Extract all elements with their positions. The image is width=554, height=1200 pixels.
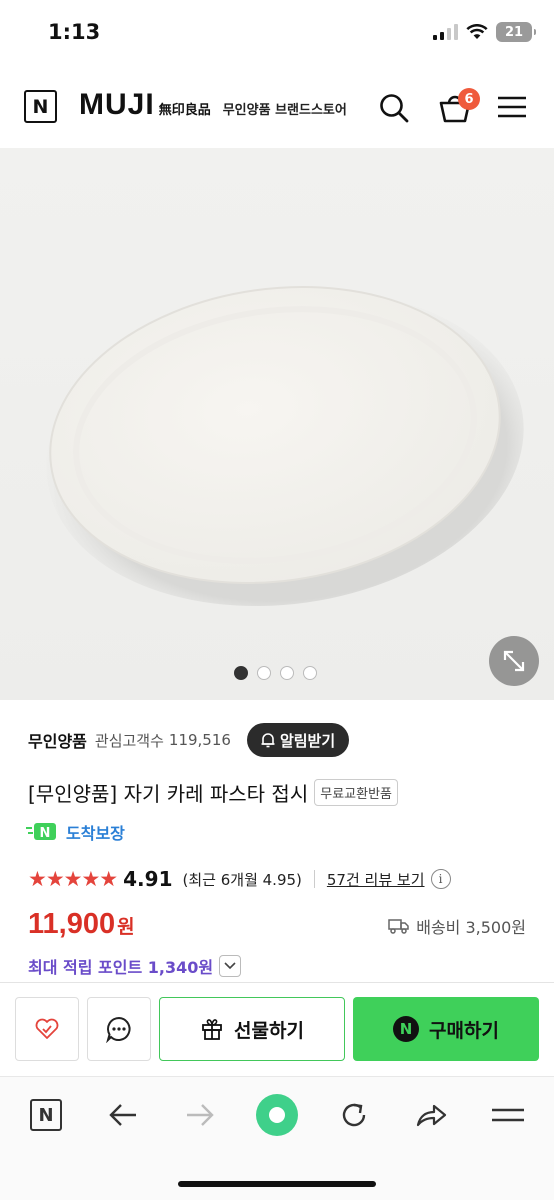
forward-arrow-icon [187, 1104, 214, 1126]
delivery-badge-letter: N [40, 826, 51, 841]
store-header: N MUJI 無印良品 무인양품 브랜드스토어 6 [0, 68, 554, 148]
delivery-guarantee[interactable]: N 도착보장 [26, 820, 125, 844]
gift-icon [202, 1019, 222, 1040]
divider [313, 870, 315, 888]
back-button[interactable] [101, 1093, 145, 1137]
gallery-dot[interactable] [234, 666, 248, 680]
share-button[interactable] [409, 1093, 453, 1137]
bell-plus-icon [261, 733, 275, 748]
rating-value: 4.91 [123, 867, 173, 891]
store-info-row: 무인양품 관심고객수 119,516 알림받기 [28, 722, 350, 758]
search-icon[interactable] [378, 92, 410, 124]
alarm-subscribe-button[interactable]: 알림받기 [246, 723, 350, 757]
buy-label: 구매하기 [429, 1019, 499, 1042]
brand-logo[interactable]: MUJI 無印良品 무인양품 브랜드스토어 [79, 88, 347, 122]
naver-pay-badge: N [393, 1016, 420, 1042]
naver-logo[interactable]: N [24, 90, 57, 123]
refresh-icon [342, 1103, 366, 1127]
store-title: 무인양품 브랜드스토어 [222, 103, 347, 118]
share-icon [416, 1104, 447, 1127]
delivery-truck-icon: N [26, 823, 56, 841]
gallery-dot[interactable] [280, 666, 294, 680]
wishlist-button[interactable] [15, 997, 79, 1061]
status-icons: 21 [433, 22, 536, 42]
truck-icon [388, 919, 409, 934]
gift-label: 선물하기 [234, 1019, 304, 1042]
home-indicator [178, 1181, 376, 1187]
buy-button[interactable]: N 구매하기 [353, 997, 539, 1061]
product-title-row: [무인양품] 자기 카레 파스타 접시 무료교환반품 [28, 778, 399, 807]
browser-home-button[interactable]: N [24, 1093, 68, 1137]
follower-label: 관심고객수 [94, 731, 164, 750]
review-link[interactable]: 57건 리뷰 보기 [327, 869, 425, 890]
green-dot-button[interactable] [255, 1093, 299, 1137]
heart-icon [35, 1018, 59, 1039]
product-title: [무인양품] 자기 카레 파스타 접시 [28, 782, 309, 806]
alarm-label: 알림받기 [279, 731, 336, 750]
refresh-button[interactable] [332, 1093, 376, 1137]
talk-talk-button[interactable] [87, 997, 151, 1061]
rating-row: ★★★★★ 4.91 (최근 6개월 4.95) 57건 리뷰 보기 i [28, 866, 451, 892]
menu-lines-icon [492, 1108, 524, 1122]
cart-count-badge: 6 [458, 88, 480, 110]
price-currency: 원 [117, 916, 135, 938]
shipping-fee: 배송비 3,500원 [416, 918, 526, 937]
forward-button[interactable] [178, 1093, 222, 1137]
browser-menu-button[interactable] [486, 1093, 530, 1137]
gallery-dot[interactable] [303, 666, 317, 680]
max-points: 최대 적립 포인트 1,340원 [28, 958, 214, 977]
brand-name: MUJI [79, 88, 155, 121]
store-name[interactable]: 무인양품 [28, 728, 87, 752]
gallery-dot[interactable] [257, 666, 271, 680]
wifi-icon [466, 24, 488, 39]
star-rating-icon: ★★★★★ [28, 867, 118, 891]
gift-button[interactable]: 선물하기 [159, 997, 345, 1061]
plate-image [46, 286, 524, 607]
purchase-action-bar: 선물하기 N 구매하기 [0, 982, 554, 1076]
product-image[interactable] [0, 148, 554, 700]
status-time: 1:13 [48, 20, 101, 44]
menu-icon[interactable] [498, 96, 526, 118]
expand-image-button[interactable] [489, 636, 539, 686]
info-icon[interactable]: i [430, 869, 451, 889]
points-row[interactable]: 최대 적립 포인트 1,340원 [28, 954, 242, 978]
delivery-label: 도착보장 [66, 824, 125, 843]
back-arrow-icon [109, 1104, 136, 1126]
free-return-tag: 무료교환반품 [314, 779, 399, 806]
expand-icon [503, 650, 525, 672]
follower-count: 119,516 [168, 731, 231, 749]
status-bar: 1:13 21 [0, 0, 554, 68]
chat-bubble-icon [106, 1016, 131, 1043]
battery-indicator: 21 [496, 22, 536, 42]
signal-icon [433, 24, 458, 40]
price-value: 11,900 [28, 908, 116, 940]
recent-rating: (최근 6개월 4.95) [182, 870, 302, 889]
naver-home-icon: N [30, 1099, 62, 1131]
gallery-pagination [234, 666, 317, 680]
chevron-down-icon[interactable] [219, 955, 242, 977]
shipping-info: 배송비 3,500원 [388, 914, 526, 938]
brand-kanji: 無印良品 [158, 103, 211, 118]
price-row: 11,900 원 [28, 908, 135, 941]
green-dot-icon [256, 1094, 298, 1136]
